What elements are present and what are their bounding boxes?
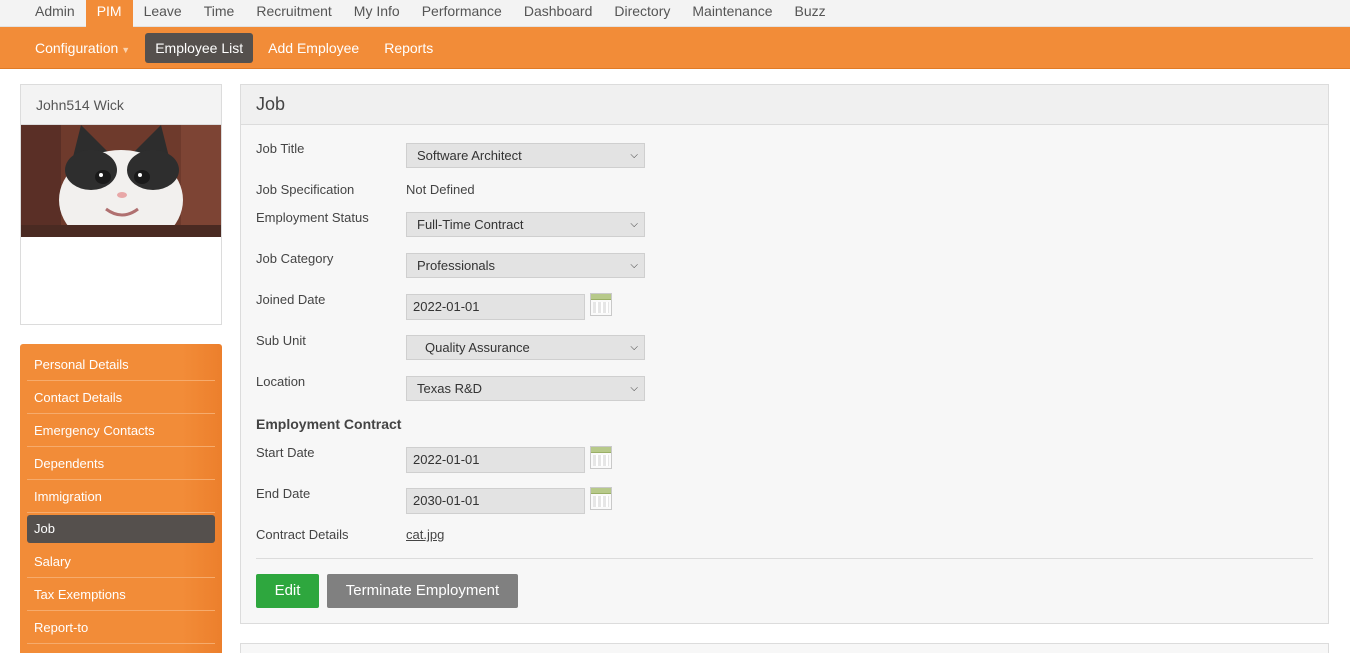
- tab-buzz[interactable]: Buzz: [784, 0, 837, 27]
- chevron-down-icon: ⌵: [630, 383, 638, 394]
- calendar-icon[interactable]: [590, 293, 612, 316]
- chevron-down-icon: ⌵: [630, 342, 638, 353]
- tab-recruitment[interactable]: Recruitment: [245, 0, 342, 27]
- location-row: Location Texas R&D ⌵: [256, 374, 1316, 404]
- joined-date-input[interactable]: 2022-01-01: [406, 294, 585, 320]
- employment-contract-heading: Employment Contract: [256, 416, 402, 432]
- employment-status-value: Full-Time Contract: [417, 217, 524, 232]
- location-label: Location: [256, 374, 306, 389]
- job-title-value: Software Architect: [417, 148, 522, 163]
- subnav-configuration-label: Configuration: [35, 39, 119, 56]
- end-date-row: End Date 2030-01-01: [256, 486, 1316, 516]
- side-menu-report-to[interactable]: Report-to: [27, 611, 215, 644]
- side-menu-tax-exemptions[interactable]: Tax Exemptions: [27, 578, 215, 611]
- contract-details-label: Contract Details: [256, 527, 349, 542]
- job-title-row: Job Title Software Architect ⌵: [256, 141, 1316, 171]
- employment-status-row: Employment Status Full-Time Contract ⌵: [256, 210, 1316, 240]
- side-menu-emergency-contacts[interactable]: Emergency Contacts: [27, 414, 215, 447]
- tab-leave[interactable]: Leave: [133, 0, 193, 27]
- edit-button[interactable]: Edit: [256, 574, 319, 608]
- end-date-label: End Date: [256, 486, 311, 501]
- job-spec-label: Job Specification: [256, 182, 355, 197]
- cat-photo-icon: [21, 125, 221, 237]
- subnav-configuration[interactable]: Configuration ▼: [25, 33, 140, 63]
- tab-performance[interactable]: Performance: [411, 0, 513, 27]
- sub-unit-row: Sub Unit Quality Assurance ⌵: [256, 333, 1316, 363]
- subnav-reports[interactable]: Reports: [374, 33, 443, 63]
- contract-details-row: Contract Details cat.jpg: [256, 527, 1316, 557]
- subnav-add-employee[interactable]: Add Employee: [258, 33, 369, 63]
- end-date-input[interactable]: 2030-01-01: [406, 488, 585, 514]
- employee-photo[interactable]: [21, 125, 221, 237]
- chevron-down-icon: ⌵: [630, 219, 638, 230]
- job-title-label: Job Title: [256, 141, 305, 156]
- sub-unit-value: Quality Assurance: [425, 340, 530, 355]
- tab-directory[interactable]: Directory: [603, 0, 681, 27]
- side-menu-immigration[interactable]: Immigration: [27, 480, 215, 513]
- side-menu-job[interactable]: Job: [27, 515, 215, 543]
- terminate-employment-button[interactable]: Terminate Employment: [327, 574, 518, 608]
- side-menu: Personal Details Contact Details Emergen…: [20, 344, 222, 653]
- tab-admin[interactable]: Admin: [24, 0, 86, 27]
- joined-date-row: Joined Date 2022-01-01: [256, 292, 1316, 322]
- next-panel: [240, 643, 1329, 653]
- start-date-label: Start Date: [256, 445, 315, 460]
- tab-dashboard[interactable]: Dashboard: [513, 0, 604, 27]
- sub-unit-label: Sub Unit: [256, 333, 306, 348]
- chevron-down-icon: ⌵: [630, 150, 638, 161]
- job-panel: Job Job Title Software Architect ⌵ Job S…: [240, 84, 1329, 624]
- side-menu-dependents[interactable]: Dependents: [27, 447, 215, 480]
- top-nav: Admin PIM Leave Time Recruitment My Info…: [0, 0, 1350, 27]
- sub-unit-select[interactable]: Quality Assurance ⌵: [406, 335, 645, 360]
- job-category-label: Job Category: [256, 251, 334, 266]
- caret-down-icon: ▼: [121, 44, 131, 55]
- calendar-icon[interactable]: [590, 446, 612, 469]
- start-date-input[interactable]: 2022-01-01: [406, 447, 585, 473]
- divider: [256, 558, 1313, 559]
- side-menu-salary[interactable]: Salary: [27, 545, 215, 578]
- tab-my-info[interactable]: My Info: [343, 0, 411, 27]
- side-menu-contact-details[interactable]: Contact Details: [27, 381, 215, 414]
- job-category-value: Professionals: [417, 258, 496, 273]
- subnav-employee-list[interactable]: Employee List: [145, 32, 254, 63]
- tab-time[interactable]: Time: [193, 0, 246, 27]
- employment-status-label: Employment Status: [256, 210, 369, 225]
- side-menu-personal-details[interactable]: Personal Details: [27, 348, 215, 381]
- employee-name: John514 Wick: [21, 85, 221, 125]
- panel-title: Job: [241, 85, 1328, 125]
- sub-nav: Configuration ▼ Employee List Add Employe…: [0, 27, 1350, 69]
- location-value: Texas R&D: [417, 381, 483, 396]
- job-category-select[interactable]: Professionals ⌵: [406, 253, 645, 278]
- tab-maintenance[interactable]: Maintenance: [681, 0, 783, 27]
- chevron-down-icon: ⌵: [630, 260, 638, 271]
- start-date-row: Start Date 2022-01-01: [256, 445, 1316, 475]
- contract-file-link[interactable]: cat.jpg: [406, 527, 444, 542]
- job-spec-value: Not Defined: [406, 182, 475, 197]
- job-category-row: Job Category Professionals ⌵: [256, 251, 1316, 281]
- employment-status-select[interactable]: Full-Time Contract ⌵: [406, 212, 645, 237]
- job-spec-row: Job Specification Not Defined: [256, 182, 1316, 212]
- location-select[interactable]: Texas R&D ⌵: [406, 376, 645, 401]
- joined-date-label: Joined Date: [256, 292, 326, 307]
- tab-pim[interactable]: PIM: [85, 0, 133, 27]
- job-title-select[interactable]: Software Architect ⌵: [406, 143, 645, 168]
- calendar-icon[interactable]: [590, 487, 612, 510]
- profile-card: John514 Wick: [20, 84, 222, 325]
